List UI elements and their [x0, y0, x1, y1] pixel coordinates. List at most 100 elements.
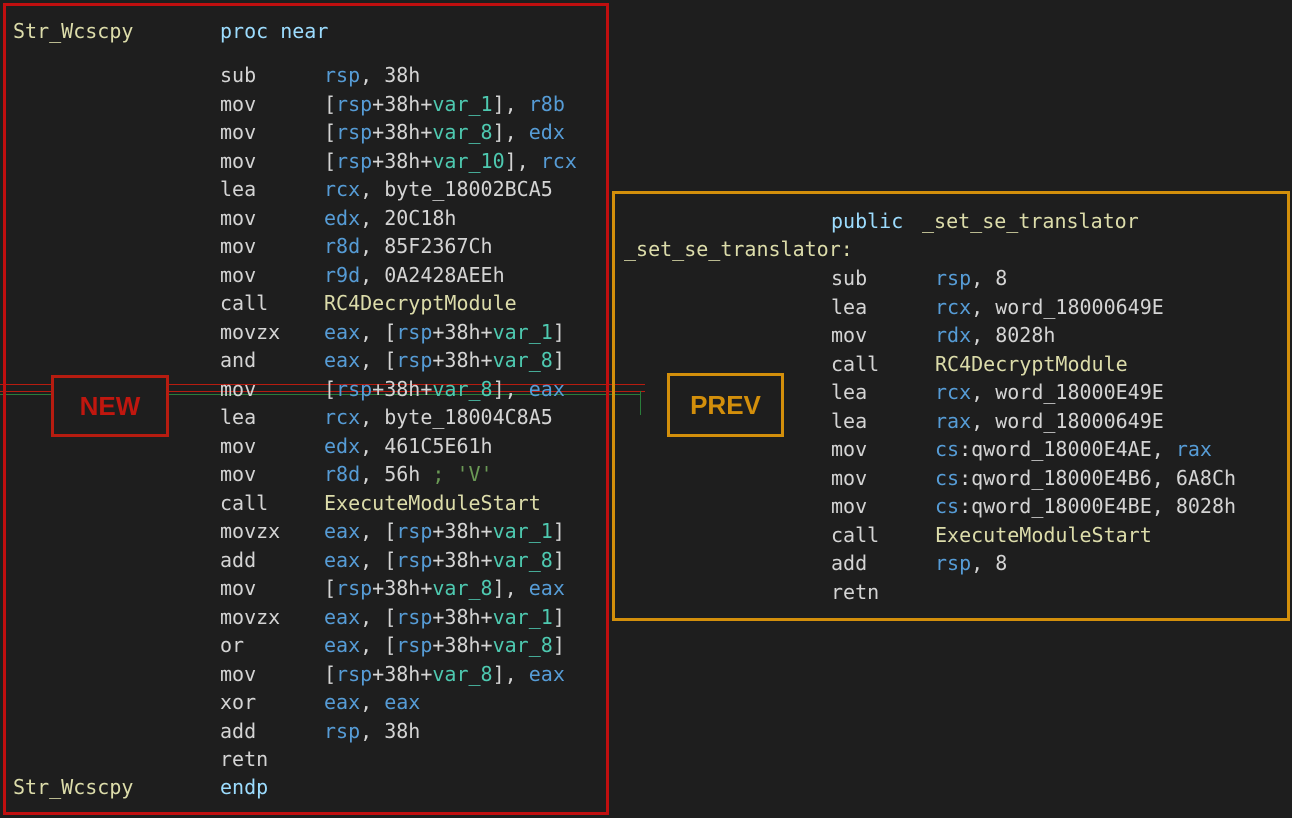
prev-line-mnemonic[interactable]: lea	[831, 293, 867, 321]
new-line-operands[interactable]: edx, 461C5E61h	[324, 432, 493, 460]
new-line-operands[interactable]: eax, [rsp+38h+var_8]	[324, 631, 565, 659]
new-line-mnemonic[interactable]: mov	[220, 460, 256, 488]
operand-var[interactable]: var_8	[432, 377, 492, 401]
prev-line-operands[interactable]: cs:qword_18000E4B6, 6A8Ch	[935, 464, 1236, 492]
new-line-operands[interactable]: [rsp+38h+var_8], eax	[324, 375, 565, 403]
prev-line-mnemonic[interactable]: sub	[831, 264, 867, 292]
new-line-mnemonic[interactable]: retn	[220, 745, 268, 773]
new-line-mnemonic[interactable]: lea	[220, 403, 256, 431]
new-line-mnemonic[interactable]: movzx	[220, 603, 280, 631]
prev-line-mnemonic[interactable]: mov	[831, 321, 867, 349]
new-line-mnemonic[interactable]: mov	[220, 375, 256, 403]
prev-line-operands[interactable]: rsp, 8	[935, 549, 1007, 577]
new-line-operands[interactable]: r8d, 85F2367Ch	[324, 232, 493, 260]
operand-var[interactable]: var_10	[432, 149, 504, 173]
operand-var[interactable]: var_8	[432, 120, 492, 144]
operand-fn[interactable]: RC4DecryptModule	[324, 291, 517, 315]
prev-line-mnemonic[interactable]: retn	[831, 578, 879, 606]
prev-line-operands[interactable]: RC4DecryptModule	[935, 350, 1128, 378]
prev-line-operands[interactable]: cs:qword_18000E4BE, 8028h	[935, 492, 1236, 520]
operand-var[interactable]: var_8	[493, 633, 553, 657]
prev-line-mnemonic[interactable]: call	[831, 521, 879, 549]
prev-line-operands[interactable]: cs:qword_18000E4AE, rax	[935, 435, 1212, 463]
prev-line-operands[interactable]: rax, word_18000649E	[935, 407, 1164, 435]
new-line-operands[interactable]: rcx, byte_18002BCA5	[324, 175, 553, 203]
new-line-operands[interactable]: r8d, 56h ; 'V'	[324, 460, 493, 488]
operand-reg: eax	[324, 633, 361, 657]
prev-line-mnemonic[interactable]: lea	[831, 407, 867, 435]
prev-line-mnemonic[interactable]: add	[831, 549, 867, 577]
new-line-mnemonic[interactable]: mov	[220, 574, 256, 602]
operand-num: +38h+	[432, 348, 493, 372]
prev-line-mnemonic[interactable]: call	[831, 350, 879, 378]
new-line-mnemonic[interactable]: mov	[220, 147, 256, 175]
operand-reg: rsp	[336, 661, 373, 686]
prev-label[interactable]: _set_se_translator:	[624, 235, 853, 263]
new-line-operands[interactable]: rcx, byte_18004C8A5	[324, 403, 553, 431]
new-line-operands[interactable]: eax, [rsp+38h+var_1]	[324, 603, 565, 631]
new-line-mnemonic[interactable]: movzx	[220, 318, 280, 346]
new-line-mnemonic[interactable]: add	[220, 546, 256, 574]
new-line-operands[interactable]: [rsp+38h+var_8], edx	[324, 118, 565, 146]
new-line-mnemonic[interactable]: mov	[220, 432, 256, 460]
prev-line-operands[interactable]: rcx, word_18000E49E	[935, 378, 1164, 406]
prev-line-operands[interactable]: rcx, word_18000649E	[935, 293, 1164, 321]
operand-var[interactable]: var_8	[432, 662, 492, 686]
new-line-operands[interactable]: rsp, 38h	[324, 61, 420, 89]
new-line-operands[interactable]: eax, [rsp+38h+var_8]	[324, 346, 565, 374]
operand-reg: rsp	[336, 91, 373, 116]
operand-num: +38h+	[432, 319, 493, 344]
new-line-operands[interactable]: [rsp+38h+var_8], eax	[324, 660, 565, 688]
prev-line-mnemonic[interactable]: mov	[831, 492, 867, 520]
new-line-operands[interactable]: ExecuteModuleStart	[324, 489, 541, 517]
operand-var[interactable]: var_1	[493, 605, 553, 629]
operand-var[interactable]: var_1	[432, 92, 492, 116]
prev-line-operands[interactable]: ExecuteModuleStart	[935, 521, 1152, 549]
prev-line-operands[interactable]: rsp, 8	[935, 264, 1007, 292]
new-line-operands[interactable]: eax, [rsp+38h+var_1]	[324, 318, 565, 346]
new-line-operands[interactable]: [rsp+38h+var_8], eax	[324, 574, 565, 602]
new-line-operands[interactable]: eax, [rsp+38h+var_1]	[324, 517, 565, 545]
operand-reg: eax	[324, 319, 361, 344]
new-line-mnemonic[interactable]: sub	[220, 61, 256, 89]
new-line-mnemonic[interactable]: mov	[220, 232, 256, 260]
operand-var[interactable]: var_1	[493, 320, 553, 344]
prev-line-mnemonic[interactable]: mov	[831, 435, 867, 463]
operand-fn[interactable]: ExecuteModuleStart	[324, 491, 541, 515]
new-line-mnemonic[interactable]: or	[220, 631, 244, 659]
operand-reg: rax	[1175, 437, 1212, 461]
new-line-mnemonic[interactable]: mov	[220, 660, 256, 688]
new-func-name-end[interactable]: Str_Wcscpy	[13, 773, 133, 801]
prev-func-name[interactable]: _set_se_translator	[922, 207, 1139, 235]
new-line-mnemonic[interactable]: mov	[220, 261, 256, 289]
new-line-mnemonic[interactable]: mov	[220, 90, 256, 118]
new-line-mnemonic[interactable]: mov	[220, 118, 256, 146]
new-line-operands[interactable]: r9d, 0A2428AEEh	[324, 261, 505, 289]
new-line-mnemonic[interactable]: movzx	[220, 517, 280, 545]
operand-var[interactable]: var_8	[432, 576, 492, 600]
operand-var[interactable]: var_8	[493, 548, 553, 572]
operand-num: +38h+	[372, 148, 433, 173]
new-line-operands[interactable]: edx, 20C18h	[324, 204, 456, 232]
new-line-mnemonic[interactable]: add	[220, 717, 256, 745]
new-line-operands[interactable]: RC4DecryptModule	[324, 289, 517, 317]
prev-line-mnemonic[interactable]: mov	[831, 464, 867, 492]
new-line-operands[interactable]: eax, eax	[324, 688, 420, 716]
operand-fn[interactable]: ExecuteModuleStart	[935, 523, 1152, 547]
new-line-mnemonic[interactable]: lea	[220, 175, 256, 203]
new-line-operands[interactable]: [rsp+38h+var_10], rcx	[324, 147, 577, 175]
new-line-mnemonic[interactable]: and	[220, 346, 256, 374]
operand-var[interactable]: var_8	[493, 348, 553, 372]
new-line-operands[interactable]: eax, [rsp+38h+var_8]	[324, 546, 565, 574]
new-line-mnemonic[interactable]: call	[220, 489, 268, 517]
prev-line-operands[interactable]: rdx, 8028h	[935, 321, 1055, 349]
operand-fn[interactable]: RC4DecryptModule	[935, 352, 1128, 376]
new-line-mnemonic[interactable]: xor	[220, 688, 256, 716]
new-line-mnemonic[interactable]: call	[220, 289, 268, 317]
operand-var[interactable]: var_1	[493, 519, 553, 543]
new-line-mnemonic[interactable]: mov	[220, 204, 256, 232]
prev-line-mnemonic[interactable]: lea	[831, 378, 867, 406]
new-line-operands[interactable]: rsp, 38h	[324, 717, 420, 745]
new-line-operands[interactable]: [rsp+38h+var_1], r8b	[324, 90, 565, 118]
new-func-name[interactable]: Str_Wcscpy	[13, 17, 133, 45]
